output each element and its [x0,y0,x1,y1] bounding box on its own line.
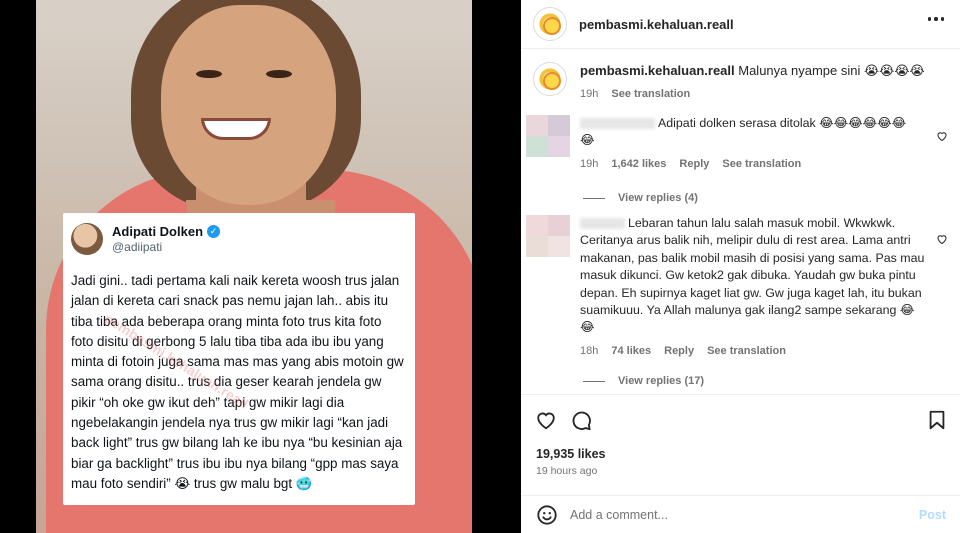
post-comment-button[interactable]: Post [919,508,946,522]
tweet-body: Jadi gini.. tadi pertama kali naik keret… [71,273,404,491]
likes-count[interactable]: 19,935 likes [536,447,606,461]
comment-time: 18h [580,344,599,357]
see-translation-button[interactable]: See translation [707,343,786,360]
caption-text: Malunya nyampe sini 😭😭😭😭 [738,63,925,78]
tweet-avatar [71,223,103,255]
tweet-card: Adipati Dolken ✓ @adiipati Jadi gini.. t… [63,213,415,505]
comment-time: 19h [580,157,599,170]
caption-see-translation[interactable]: See translation [611,86,690,103]
post-media[interactable]: Adipati Dolken ✓ @adiipati Jadi gini.. t… [0,0,521,533]
comment-text: Lebaran tahun lalu salah masuk mobil. Wk… [580,216,925,335]
view-replies-button[interactable]: View replies (17) [583,375,704,387]
post-caption: pembasmi.kehaluan.reall Malunya nyampe s… [533,62,925,103]
emoji-icon[interactable] [536,504,558,526]
post-header: pembasmi.kehaluan.reall [521,0,960,49]
like-comment-icon[interactable] [936,233,948,245]
tweet-author-name: Adipati Dolken [112,224,204,239]
caption-avatar[interactable] [533,62,567,96]
avatar[interactable] [533,7,567,41]
comment-avatar[interactable] [526,215,570,257]
see-translation-button[interactable]: See translation [722,156,801,173]
caption-username[interactable]: pembasmi.kehaluan.reall [580,63,735,78]
tweet-handle: @adiipati [112,240,163,254]
comment-icon[interactable] [570,409,592,431]
verified-badge-icon: ✓ [207,225,221,238]
post-time[interactable]: 19 hours ago [536,465,597,477]
like-icon[interactable] [535,409,557,431]
more-options-icon[interactable] [927,17,944,21]
comment-likes[interactable]: 74 likes [611,343,651,360]
add-comment-bar: Add a comment... Post [521,495,960,533]
post-actions: 19,935 likes 19 hours ago Add a comment.… [521,394,960,533]
reply-button[interactable]: Reply [679,156,709,173]
comment-input[interactable]: Add a comment... [570,508,919,522]
post-username[interactable]: pembasmi.kehaluan.reall [579,17,734,32]
post-details-panel: pembasmi.kehaluan.reall pembasmi.kehalua… [521,0,960,533]
comment-likes[interactable]: 1,642 likes [611,156,666,173]
view-replies-button[interactable]: View replies (4) [583,192,698,204]
blurred-username[interactable] [580,218,625,230]
save-bookmark-icon[interactable] [926,409,948,431]
caption-time: 19h [580,88,599,100]
reply-button[interactable]: Reply [664,343,694,360]
comment-item: Adipati dolken serasa ditolak 😂😂😂😂😂😂😂 19… [526,115,915,173]
comment-avatar[interactable] [526,115,570,157]
blurred-username[interactable] [580,118,655,130]
comment-item: Lebaran tahun lalu salah masuk mobil. Wk… [526,215,925,360]
like-comment-icon[interactable] [936,130,948,142]
